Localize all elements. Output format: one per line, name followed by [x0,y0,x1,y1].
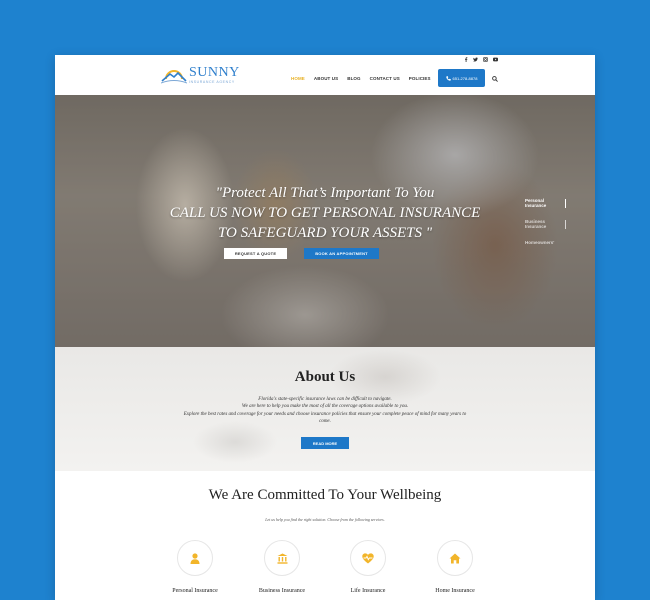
request-quote-button[interactable]: REQUEST A QUOTE [224,248,287,259]
bank-icon [277,553,287,564]
side-nav-homeowners[interactable]: Homeowners' [525,240,554,245]
hero-line-2: CALL US NOW TO GET PERSONAL INSURANCE [169,205,481,221]
phone-button[interactable]: 651-278-8878 [438,69,485,87]
services-section: We Are Committed To Your Wellbeing Let u… [55,471,595,600]
search-icon[interactable] [492,76,498,82]
brand-tagline: INSURANCE AGENCY [189,79,235,84]
phone-number: 651-278-8878 [452,75,478,81]
service-home-insurance[interactable]: Home Insurance [435,540,475,600]
website-page: SUNNY INSURANCE AGENCY HOME ABOUT US BLO… [55,55,595,600]
brand-name: SUNNY [189,64,240,80]
home-icon [449,553,461,563]
nav-item-blog[interactable]: BLOG [347,76,360,81]
services-subtitle: Let us help you find the right solution.… [265,517,385,522]
service-label: Business Insurance [258,588,306,594]
hero-headline: "Protect All That’s Important To You CAL… [55,183,595,243]
service-label: Home Insurance [435,588,475,594]
service-business-insurance[interactable]: Business Insurance [259,540,305,600]
hero-side-nav: Personal Insurance Business Insurance Ho… [525,198,566,256]
instagram-icon[interactable] [483,57,488,62]
about-title: About Us [294,369,356,385]
book-appointment-button[interactable]: BOOK AN APPOINTMENT [304,248,379,259]
heartbeat-icon [362,552,374,563]
service-label: Life Insurance [350,588,386,594]
side-nav-personal-insurance[interactable]: Personal Insurance [525,198,566,208]
social-links [463,57,498,62]
about-description: Florida's state-specific insurance laws … [183,397,467,425]
hero-line-1: "Protect All That’s Important To You [215,185,435,201]
twitter-icon[interactable] [473,57,478,62]
main-nav: HOME ABOUT US BLOG CONTACT US POLICIES [291,76,431,81]
side-nav-divider [565,220,566,229]
nav-item-policies[interactable]: POLICIES [409,76,431,81]
nav-item-contact-us[interactable]: CONTACT US [370,76,400,81]
side-nav-business-insurance[interactable]: Business Insurance [525,219,566,229]
hero-banner: "Protect All That’s Important To You CAL… [55,95,595,347]
service-personal-insurance[interactable]: Personal Insurance [172,540,218,600]
service-label: Personal Insurance [172,588,218,594]
nav-item-home[interactable]: HOME [291,76,305,81]
facebook-icon[interactable] [463,57,468,62]
brand-logo[interactable]: SUNNY INSURANCE AGENCY [161,65,240,85]
about-section: About Us Florida's state-specific insura… [55,347,595,471]
hero-line-3: TO SAFEGUARD YOUR ASSETS " [217,225,433,241]
site-header: SUNNY INSURANCE AGENCY HOME ABOUT US BLO… [55,55,595,95]
hero-buttons: REQUEST A QUOTE BOOK AN APPOINTMENT [224,248,379,259]
side-nav-active-indicator [565,199,566,208]
services-title: We Are Committed To Your Wellbeing [208,487,442,503]
phone-icon [445,75,451,81]
nav-item-about-us[interactable]: ABOUT US [314,76,338,81]
person-icon [190,552,200,564]
service-life-insurance[interactable]: Life Insurance [348,540,388,600]
youtube-icon[interactable] [493,57,498,62]
read-more-button[interactable]: READ MORE [301,437,349,449]
sun-mountain-logo-icon [161,70,187,84]
